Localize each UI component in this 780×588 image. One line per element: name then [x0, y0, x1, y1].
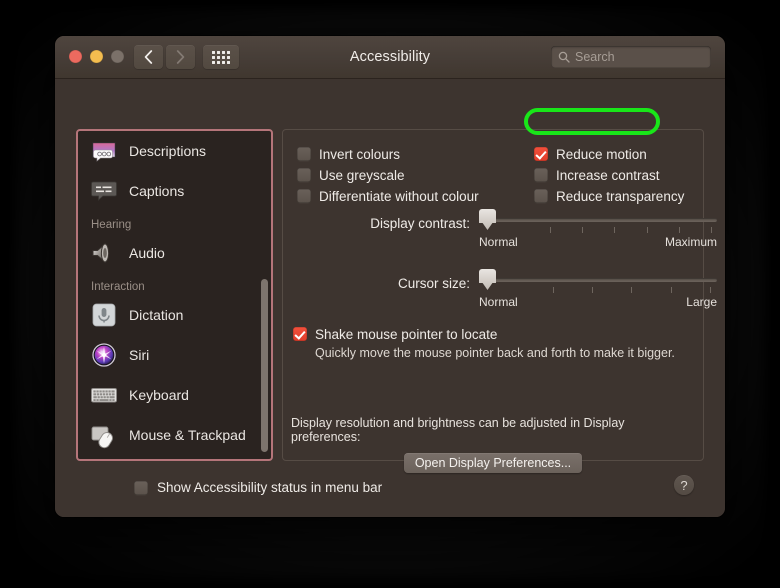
slider-max-label: Large [686, 295, 717, 309]
shake-pointer-description: Quickly move the mouse pointer back and … [315, 346, 675, 360]
checkbox-box[interactable] [534, 147, 548, 161]
sidebar-item-siri[interactable]: Siri [78, 335, 271, 375]
mouse-trackpad-icon [90, 421, 118, 449]
checkbox-use-greyscale[interactable]: Use greyscale [297, 165, 479, 185]
checkbox-differentiate-without-colour[interactable]: Differentiate without colour [297, 186, 479, 206]
checkbox-label: Shake mouse pointer to locate [315, 326, 498, 342]
checkbox-box[interactable] [297, 168, 311, 182]
sidebar-item-dictation[interactable]: Dictation [78, 295, 271, 335]
keyboard-icon [90, 381, 118, 409]
display-settings-pane: Invert colours Use greyscale Differentia… [282, 129, 717, 473]
sidebar-scrollbar-thumb[interactable] [261, 279, 268, 452]
shake-pointer-group: Shake mouse pointer to locate Quickly mo… [293, 324, 675, 360]
accessibility-preferences-window: Accessibility Search Descriptions Captio… [55, 36, 725, 517]
slider-track[interactable] [479, 269, 717, 283]
audio-speaker-icon [90, 239, 118, 267]
sidebar-item-switch-control[interactable]: Switch Control [78, 455, 271, 459]
checkbox-box[interactable] [534, 189, 548, 203]
search-placeholder: Search [575, 50, 615, 64]
dictation-microphone-icon [90, 301, 118, 329]
sidebar-scrollbar[interactable] [261, 135, 268, 455]
checkbox-box[interactable] [297, 147, 311, 161]
slider-min-label: Normal [479, 235, 518, 249]
checkbox-reduce-motion[interactable]: Reduce motion [534, 144, 684, 164]
checkbox-increase-contrast[interactable]: Increase contrast [534, 165, 684, 185]
slider-endpoints: Normal Maximum [479, 235, 717, 249]
checkbox-label: Differentiate without colour [319, 188, 479, 204]
accessibility-category-sidebar[interactable]: Descriptions Captions Hearing Audio Inte… [76, 129, 273, 461]
slider-endpoints: Normal Large [479, 295, 717, 309]
help-button[interactable]: ? [674, 475, 694, 495]
checkbox-label: Use greyscale [319, 167, 405, 183]
sidebar-item-label: Captions [129, 183, 185, 199]
sidebar-item-audio[interactable]: Audio [78, 233, 271, 273]
sidebar-group-hearing: Hearing [91, 219, 132, 231]
sidebar-item-descriptions[interactable]: Descriptions [78, 131, 271, 171]
checkbox-label: Reduce transparency [556, 188, 685, 204]
display-resolution-note: Display resolution and brightness can be… [291, 416, 625, 444]
sidebar-item-mouse-trackpad[interactable]: Mouse & Trackpad [78, 415, 271, 455]
checkbox-column-left: Invert colours Use greyscale Differentia… [297, 144, 479, 207]
search-field[interactable]: Search [551, 46, 711, 68]
display-contrast-label: Display contrast: [370, 216, 470, 231]
checkbox-box[interactable] [534, 168, 548, 182]
sidebar-item-label: Keyboard [129, 387, 189, 403]
checkbox-box[interactable] [293, 327, 307, 341]
descriptions-icon [90, 137, 118, 165]
sidebar-item-label: Audio [129, 245, 165, 261]
checkbox-show-accessibility-status[interactable]: Show Accessibility status in menu bar [134, 480, 382, 495]
sidebar-item-label: Mouse & Trackpad [129, 427, 246, 443]
window-footer: Show Accessibility status in menu bar ? [55, 462, 725, 517]
sidebar-item-label: Siri [129, 347, 150, 363]
slider-ticks [479, 287, 717, 294]
sidebar-scroll-area: Descriptions Captions Hearing Audio Inte… [78, 131, 271, 459]
checkbox-box[interactable] [134, 480, 148, 495]
siri-icon [90, 341, 118, 369]
checkbox-label: Invert colours [319, 146, 401, 162]
window-body: Descriptions Captions Hearing Audio Inte… [55, 79, 725, 517]
checkbox-label: Increase contrast [556, 167, 660, 183]
window-titlebar: Accessibility Search [55, 36, 725, 79]
sidebar-group-interaction: Interaction [91, 281, 145, 293]
slider-min-label: Normal [479, 295, 518, 309]
sidebar-item-label: Dictation [129, 307, 184, 323]
slider-max-label: Maximum [664, 235, 717, 249]
checkbox-column-right: Reduce motion Increase contrast Reduce t… [534, 144, 684, 207]
slider-ticks [479, 227, 717, 234]
display-contrast-slider[interactable]: Display contrast: Normal Maximum [370, 209, 717, 249]
checkbox-label: Show Accessibility status in menu bar [157, 480, 383, 495]
slider-track[interactable] [479, 209, 717, 223]
checkbox-reduce-transparency[interactable]: Reduce transparency [534, 186, 684, 206]
cursor-size-label: Cursor size: [397, 276, 470, 291]
search-icon [558, 51, 570, 63]
checkbox-shake-mouse-pointer[interactable]: Shake mouse pointer to locate [293, 324, 675, 344]
cursor-size-slider[interactable]: Cursor size: Normal Large [398, 269, 717, 309]
sidebar-item-captions[interactable]: Captions [78, 171, 271, 211]
sidebar-item-keyboard[interactable]: Keyboard [78, 375, 271, 415]
checkbox-label: Reduce motion [556, 146, 647, 162]
captions-icon [90, 177, 118, 205]
sidebar-item-label: Descriptions [129, 143, 207, 159]
checkbox-box[interactable] [297, 189, 311, 203]
checkbox-invert-colours[interactable]: Invert colours [297, 144, 479, 164]
